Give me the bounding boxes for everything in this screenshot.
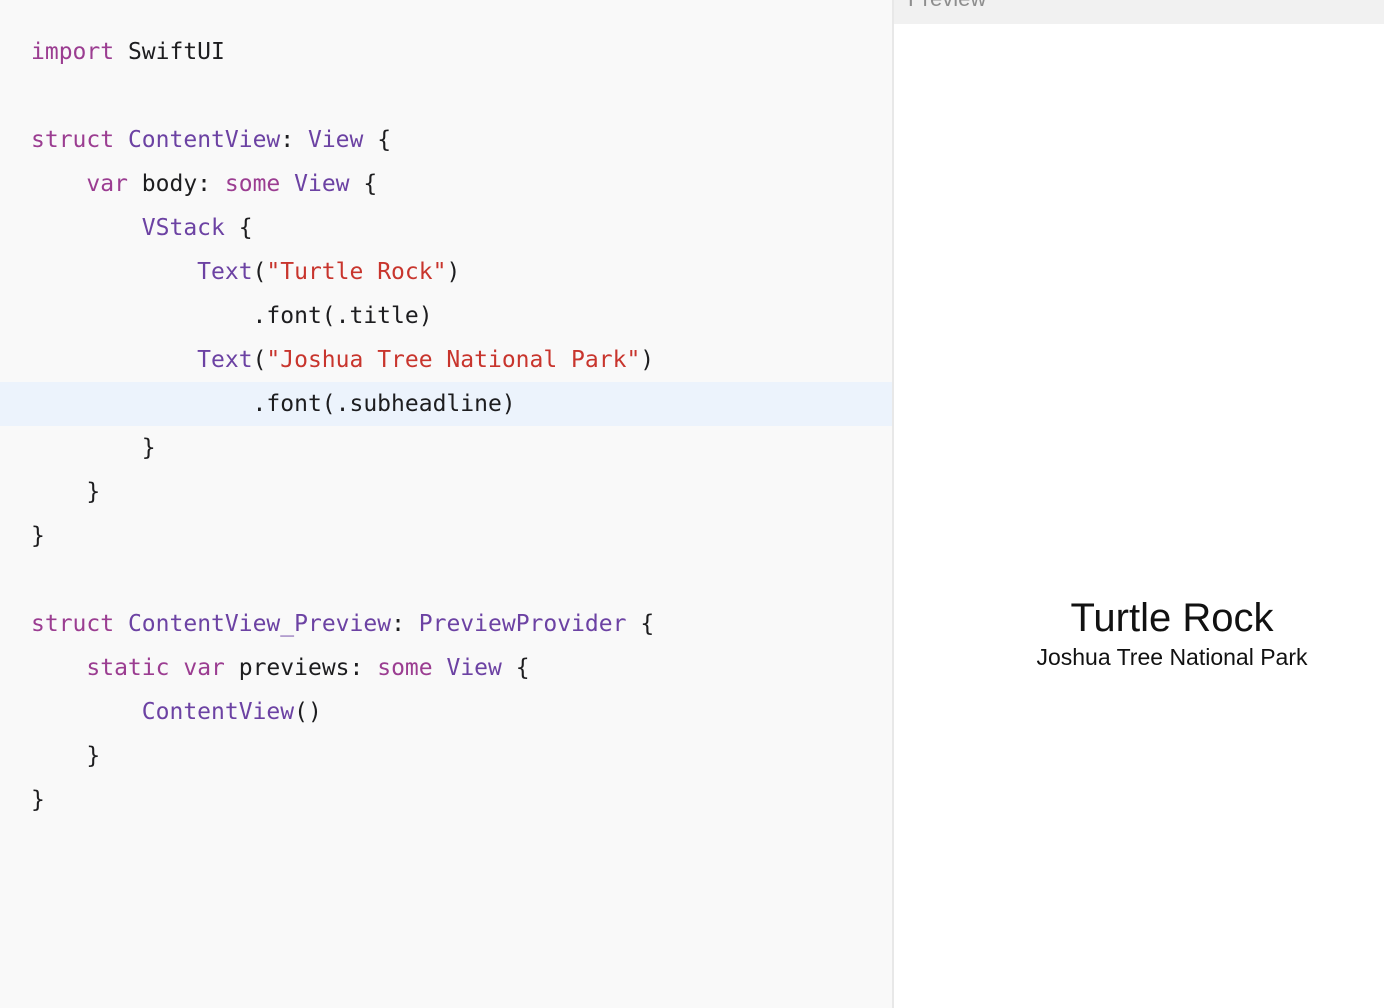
code-token: :	[391, 611, 419, 637]
code-line-text: static var previews: some View {	[31, 646, 530, 690]
code-line[interactable]: VStack {	[0, 206, 892, 250]
code-line[interactable]: }	[0, 470, 892, 514]
code-line[interactable]: var body: some View {	[0, 162, 892, 206]
code-token: {	[501, 655, 530, 681]
preview-canvas[interactable]: Turtle Rock Joshua Tree National Park	[894, 24, 1384, 1008]
code-line-text: }	[31, 426, 156, 470]
code-token: {	[626, 611, 655, 637]
code-line-text: }	[31, 514, 45, 558]
code-token: Text	[197, 347, 253, 373]
preview-pane: Preview Turtle Rock Joshua Tree National…	[894, 0, 1384, 1008]
code-line[interactable]: static var previews: some View {	[0, 646, 892, 690]
code-token: previews:	[224, 655, 378, 681]
code-line-text: .font(.subheadline)	[31, 382, 516, 426]
code-token: )	[446, 259, 461, 285]
code-token: {	[363, 127, 392, 153]
code-token: struct	[31, 611, 115, 637]
code-line-text: import SwiftUI	[31, 30, 225, 74]
code-token: SwiftUI	[114, 39, 225, 65]
code-token: var	[86, 171, 128, 197]
code-line-text: struct ContentView: View {	[31, 118, 391, 162]
code-token: }	[31, 743, 101, 769]
code-line-text: struct ContentView_Preview: PreviewProvi…	[31, 602, 654, 646]
code-line[interactable]: struct ContentView: View {	[0, 118, 892, 162]
code-line-text: }	[31, 778, 45, 822]
code-token: ()	[294, 699, 322, 725]
code-token: }	[31, 523, 45, 549]
code-token: :	[280, 127, 308, 153]
code-token: View	[294, 171, 350, 197]
code-token: some	[224, 171, 281, 197]
code-token: }	[31, 435, 156, 461]
code-line-text: Text("Joshua Tree National Park")	[31, 338, 654, 382]
code-line[interactable]: .font(.subheadline)	[0, 382, 892, 426]
code-line[interactable]: ContentView()	[0, 690, 892, 734]
code-token: .font(.subheadline)	[31, 391, 516, 417]
code-line[interactable]: Text("Turtle Rock")	[0, 250, 892, 294]
code-token: var	[183, 655, 225, 681]
code-token: {	[349, 171, 378, 197]
code-line[interactable]: import SwiftUI	[0, 30, 892, 74]
code-token: }	[31, 479, 101, 505]
code-line[interactable]	[0, 558, 892, 602]
code-token: Text	[197, 259, 253, 285]
code-token: some	[377, 655, 433, 681]
code-line-text: .font(.title)	[31, 294, 433, 338]
preview-header: Preview	[894, 0, 1384, 24]
code-token: ContentView_Preview	[127, 611, 392, 637]
preview-title-text: Turtle Rock	[1070, 596, 1274, 640]
code-line[interactable]: struct ContentView_Preview: PreviewProvi…	[0, 602, 892, 646]
code-line[interactable]	[0, 74, 892, 118]
code-editor[interactable]: import SwiftUI struct ContentView: View {…	[0, 0, 892, 1008]
code-token: View	[307, 127, 364, 153]
code-token: "Joshua Tree National Park"	[266, 347, 641, 373]
code-token: ContentView	[141, 699, 295, 725]
code-line-text: }	[31, 734, 100, 778]
code-line-text: ContentView()	[31, 690, 322, 734]
code-token: )	[640, 347, 655, 373]
code-token: (	[252, 259, 267, 285]
preview-vstack: Turtle Rock Joshua Tree National Park	[894, 594, 1384, 672]
code-token: body:	[127, 171, 225, 197]
code-token: VStack	[141, 215, 225, 241]
code-token: View	[446, 655, 502, 681]
code-line[interactable]: }	[0, 778, 892, 822]
code-line[interactable]: }	[0, 514, 892, 558]
code-token: ContentView	[127, 127, 281, 153]
code-line-text: Text("Turtle Rock")	[31, 250, 460, 294]
preview-header-label: Preview	[908, 0, 986, 12]
code-token: "Turtle Rock"	[266, 259, 447, 285]
code-token: static	[86, 655, 170, 681]
code-line[interactable]: }	[0, 426, 892, 470]
code-line[interactable]: }	[0, 734, 892, 778]
code-line-text: }	[31, 470, 100, 514]
code-token: import	[31, 39, 115, 65]
code-line-text: var body: some View {	[31, 162, 377, 206]
code-line[interactable]: .font(.title)	[0, 294, 892, 338]
code-token: }	[31, 787, 45, 813]
code-token: struct	[31, 127, 115, 153]
code-line[interactable]: Text("Joshua Tree National Park")	[0, 338, 892, 382]
code-token: (	[252, 347, 267, 373]
code-token: .font(.title)	[31, 303, 433, 329]
code-token: {	[224, 215, 253, 241]
preview-subtitle-text: Joshua Tree National Park	[1036, 644, 1308, 670]
code-line-text: VStack {	[31, 206, 253, 250]
code-token: PreviewProvider	[418, 611, 627, 637]
